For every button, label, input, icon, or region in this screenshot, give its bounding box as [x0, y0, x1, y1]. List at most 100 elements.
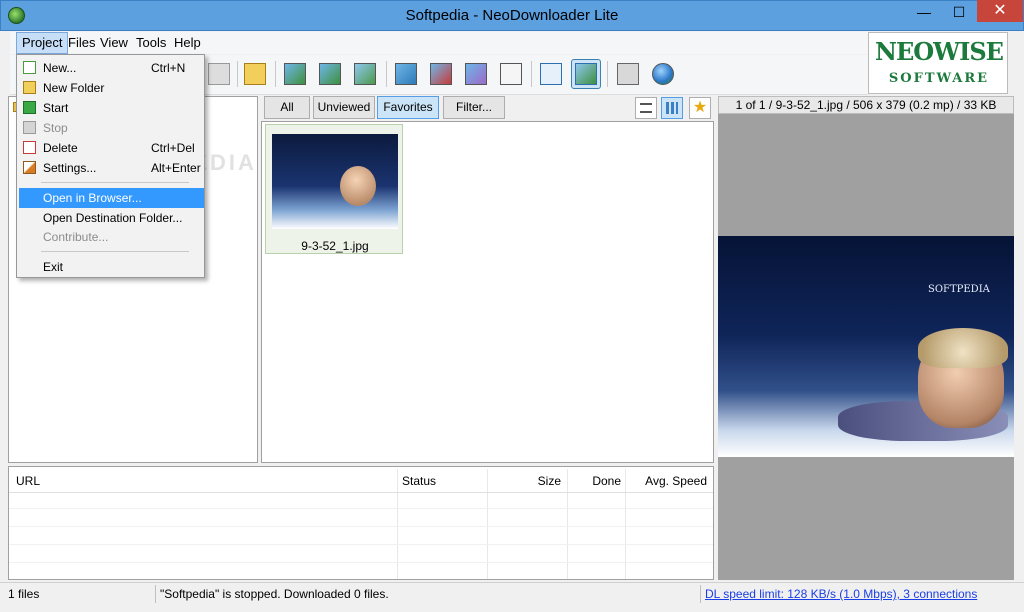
toolbar-email-button[interactable] — [496, 59, 526, 89]
logo-text: NEOWISE — [875, 37, 1004, 66]
filter-unviewed-button[interactable]: Unviewed — [313, 96, 375, 119]
menu-project[interactable]: Project — [16, 32, 69, 54]
menu-item-new[interactable]: New... Ctrl+N — [19, 58, 204, 78]
column-done[interactable]: Done — [567, 471, 621, 491]
prev-image-icon — [284, 63, 306, 85]
toolbar-tools-button[interactable] — [613, 59, 643, 89]
column-status[interactable]: Status — [402, 471, 436, 491]
edit-image-icon — [465, 63, 487, 85]
menu-view[interactable]: View — [95, 32, 133, 54]
status-message: "Softpedia" is stopped. Downloaded 0 fil… — [160, 587, 389, 601]
preview-info: 1 of 1 / 9-3-52_1.jpg / 506 x 379 (0.2 m… — [718, 96, 1014, 114]
toolbar-edit-button[interactable] — [461, 59, 491, 89]
toolbar-window-button[interactable] — [536, 59, 566, 89]
menu-item-label: Settings... — [43, 161, 97, 175]
window-icon — [540, 63, 562, 85]
toolbar-folder-up-button[interactable] — [240, 59, 270, 89]
menu-item-open-destination-folder[interactable]: Open Destination Folder... — [19, 208, 204, 228]
next-image-icon — [319, 63, 341, 85]
toolbar-delete-button[interactable] — [426, 59, 456, 89]
menu-item-settings[interactable]: Settings... Alt+Enter — [19, 158, 204, 178]
settings-icon — [23, 161, 36, 174]
star-icon: ★ — [692, 99, 708, 116]
toolbar-fit-button[interactable] — [571, 59, 601, 89]
maximize-button[interactable]: ☐ — [944, 0, 974, 26]
logo-subtext: SOFTWARE — [888, 71, 990, 86]
menu-item-label: Delete — [43, 141, 78, 155]
menu-bar: Project Files View Tools Help — [10, 32, 868, 54]
menu-help[interactable]: Help — [169, 32, 206, 54]
list-view-button[interactable] — [635, 97, 657, 119]
table-row — [9, 510, 713, 527]
column-url[interactable]: URL — [16, 471, 40, 491]
toolbar-separator — [607, 61, 608, 87]
preview-image[interactable]: SOFTPEDIA — [718, 236, 1014, 457]
menu-item-delete[interactable]: Delete Ctrl+Del — [19, 138, 204, 158]
filter-custom-button[interactable]: Filter... — [443, 96, 505, 119]
menu-item-label: Contribute... — [43, 230, 109, 244]
window-title: Softpedia - NeoDownloader Lite — [405, 7, 619, 24]
preview-brand-text: SOFTPEDIA — [928, 284, 990, 295]
thumbnail-view-button[interactable] — [661, 97, 683, 119]
filter-bar: All Unviewed Favorites Filter... ★ — [261, 96, 714, 120]
menu-item-start[interactable]: Start — [19, 98, 204, 118]
menu-item-label: Stop — [43, 121, 68, 135]
thumbnail-image — [272, 134, 398, 229]
project-menu: New... Ctrl+N New Folder Start Stop Dele… — [16, 54, 205, 278]
status-file-count: 1 files — [8, 587, 40, 601]
menu-item-new-folder[interactable]: New Folder — [19, 78, 204, 98]
menu-item-shortcut: Alt+Enter — [151, 161, 201, 175]
menu-item-shortcut: Ctrl+Del — [151, 141, 195, 155]
gallery-thumbnail[interactable]: 9-3-52_1.jpg — [265, 124, 403, 254]
speed-limit-link[interactable]: DL speed limit: 128 KB/s (1.0 Mbps), 3 c… — [701, 585, 1001, 603]
toolbar-stop-button[interactable] — [204, 59, 234, 89]
table-row — [9, 528, 713, 545]
neowise-logo[interactable]: NEOWISE SOFTWARE — [868, 32, 1008, 94]
close-button[interactable]: ✕ — [977, 0, 1023, 22]
toolbar-separator — [237, 61, 238, 87]
downloads-table[interactable]: URL Status Size Done Avg. Speed — [8, 466, 714, 581]
menu-item-open-in-browser[interactable]: Open in Browser... — [19, 188, 204, 208]
thumbnail-view-icon — [666, 102, 678, 114]
menu-item-label: Exit — [43, 260, 64, 274]
delete-image-icon — [430, 63, 452, 85]
menu-item-label: New Folder — [43, 81, 105, 95]
menu-item-contribute: Contribute... — [19, 227, 204, 247]
toolbar-save-button[interactable] — [391, 59, 421, 89]
delete-icon — [23, 141, 36, 154]
start-icon — [23, 101, 36, 114]
table-row — [9, 564, 713, 581]
column-avg-speed[interactable]: Avg. Speed — [627, 471, 707, 491]
toolbar-web-button[interactable] — [648, 59, 678, 89]
preview-figure-hair — [918, 328, 1008, 368]
globe-icon — [652, 63, 674, 85]
toolbar-prev-button[interactable] — [280, 59, 310, 89]
toolbar-separator — [531, 61, 532, 87]
slideshow-icon — [354, 63, 376, 85]
folder-icon — [23, 81, 36, 94]
toolbar-next-button[interactable] — [315, 59, 345, 89]
filter-favorites-button[interactable]: Favorites — [377, 96, 439, 119]
menu-tools[interactable]: Tools — [131, 32, 171, 54]
menu-item-label: Start — [43, 101, 69, 115]
folder-up-icon — [244, 63, 266, 85]
toolbar-separator — [275, 61, 276, 87]
menu-separator — [41, 251, 189, 252]
filter-all-button[interactable]: All — [264, 96, 310, 119]
menu-separator — [41, 182, 189, 183]
tools-icon — [617, 63, 639, 85]
favorite-star-button[interactable]: ★ — [689, 97, 711, 119]
menu-item-label: Open in Browser... — [43, 191, 142, 205]
fit-image-icon — [575, 63, 597, 85]
table-row — [9, 492, 713, 509]
menu-item-label: Open Destination Folder... — [43, 211, 183, 225]
table-row — [9, 546, 713, 563]
status-bar: 1 files "Softpedia" is stopped. Download… — [0, 582, 1024, 604]
stop-icon — [23, 121, 36, 134]
minimize-button[interactable]: — — [904, 0, 944, 26]
list-view-icon — [640, 103, 652, 113]
column-size[interactable]: Size — [487, 471, 561, 491]
toolbar-slideshow-button[interactable] — [350, 59, 380, 89]
menu-item-exit[interactable]: Exit — [19, 257, 204, 277]
stop-icon — [208, 63, 230, 85]
